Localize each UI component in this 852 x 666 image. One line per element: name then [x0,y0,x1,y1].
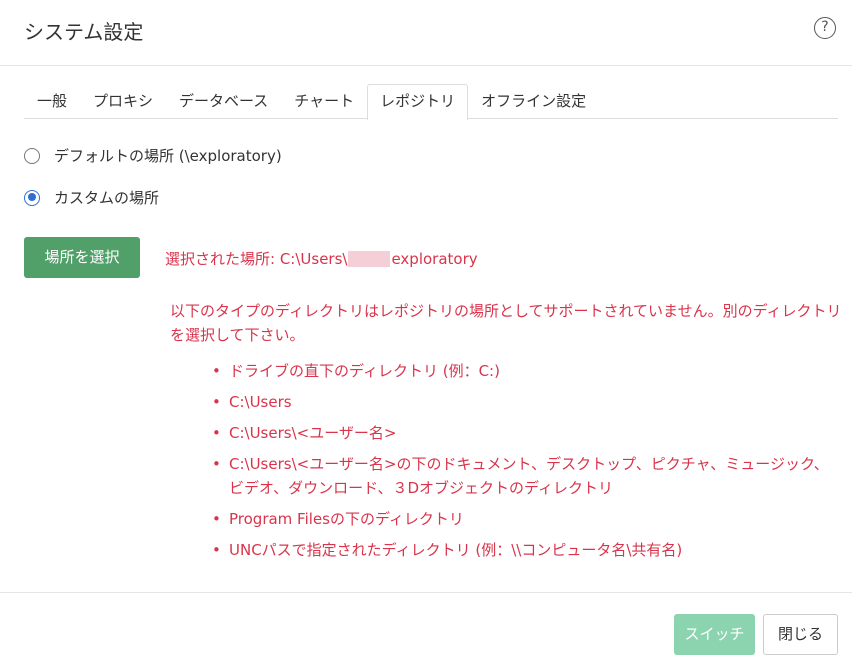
unsupported-directory-list: ドライブの直下のディレクトリ (例：C:) C:\Users C:\Users\… [212,359,832,569]
switch-button[interactable]: スイッチ [674,614,755,655]
custom-location-label: カスタムの場所 [54,189,160,207]
dialog-footer: スイッチ 閉じる [0,592,852,666]
help-icon[interactable]: ? [814,17,836,39]
list-item: Program Filesの下のディレクトリ [212,507,832,531]
redacted-username [348,250,391,267]
unsupported-warning: 以下のタイプのディレクトリはレポジトリの場所としてサポートされていません。別のデ… [170,302,842,344]
system-settings-dialog: システム設定 ? 一般 プロキシ データベース チャート レポジトリ オフライン… [0,0,852,666]
list-item: C:\Users\<ユーザー名>の下のドキュメント、デスクトップ、ピクチャ、ミュ… [212,452,832,500]
tab-offline-settings[interactable]: オフライン設定 [468,84,599,119]
default-location-label: デフォルトの場所 (\exploratory) [54,147,282,165]
radio-checked-icon[interactable] [24,189,40,206]
selected-path: 選択された場所: C:\Users\ exploratory [165,248,478,269]
tab-proxy[interactable]: プロキシ [80,84,166,119]
dialog-title: システム設定 [24,20,144,44]
custom-location-option[interactable]: カスタムの場所 [24,187,159,208]
tab-chart[interactable]: チャート [281,84,367,119]
selected-path-suffix: exploratory [391,249,478,268]
default-location-option[interactable]: デフォルトの場所 (\exploratory) [24,145,282,166]
dialog-header: システム設定 ? [0,0,852,66]
list-item: ドライブの直下のディレクトリ (例：C:) [212,359,832,383]
list-item: C:\Users\<ユーザー名> [212,421,832,445]
tab-general[interactable]: 一般 [24,84,80,119]
list-item: UNCパスで指定されたディレクトリ (例：\\コンピュータ名\共有名) [212,538,832,562]
tab-repository[interactable]: レポジトリ [367,84,469,120]
settings-tabs: 一般 プロキシ データベース チャート レポジトリ オフライン設定 [24,84,838,120]
selected-path-prefix: 選択された場所: C:\Users\ [165,250,348,268]
select-location-button[interactable]: 場所を選択 [24,237,140,278]
list-item: C:\Users [212,390,832,414]
radio-unchecked-icon[interactable] [24,147,40,164]
close-button[interactable]: 閉じる [763,614,838,655]
tab-database[interactable]: データベース [166,84,281,119]
